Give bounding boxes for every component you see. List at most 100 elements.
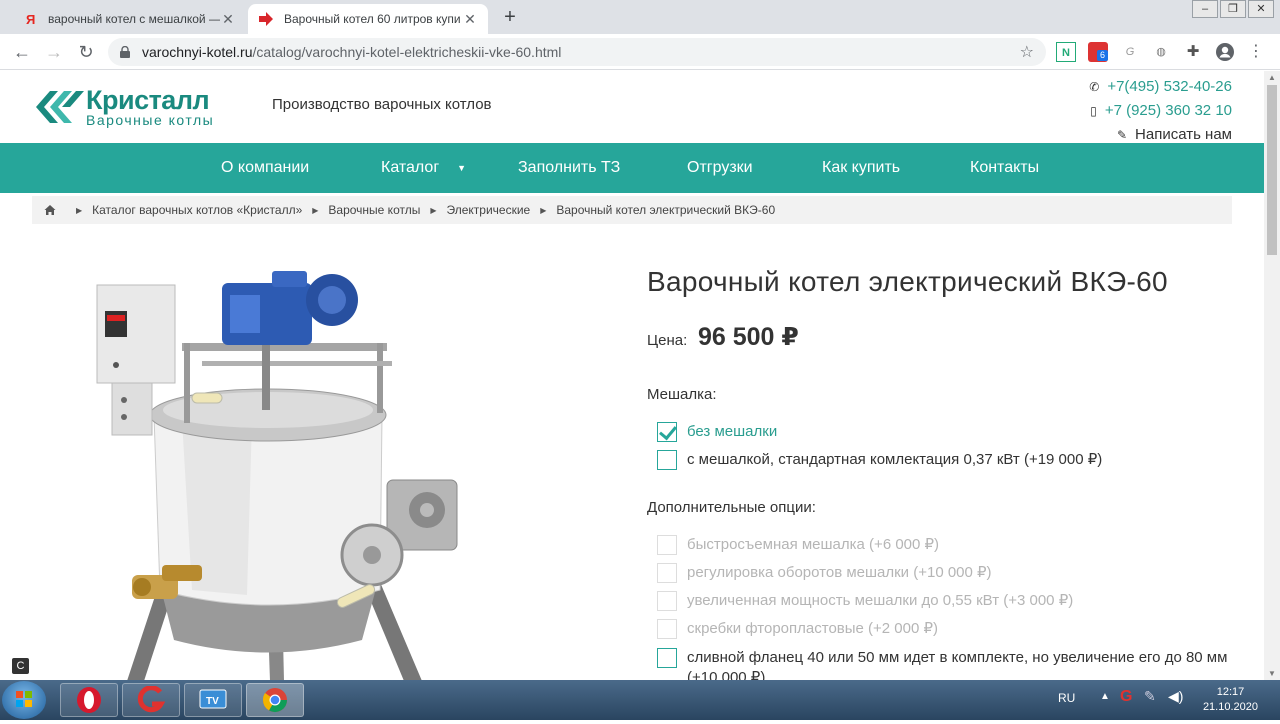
windows-taskbar: TV RU ▲ G ✎ ◀) 12:17 21.10.2020 bbox=[0, 680, 1280, 720]
breadcrumb-item[interactable]: Варочные котлы bbox=[328, 203, 420, 217]
option-quick-mixer: быстросъемная мешалка (+6 000 ₽) bbox=[657, 535, 939, 555]
nav-item-label: Каталог bbox=[381, 159, 440, 176]
extension-n-icon[interactable]: N bbox=[1056, 42, 1076, 62]
scroll-up-icon[interactable]: ▲ bbox=[1268, 73, 1276, 82]
svg-text:TV: TV bbox=[206, 696, 219, 707]
opera-icon bbox=[77, 687, 101, 713]
new-tab-button[interactable]: + bbox=[498, 6, 522, 30]
nav-item-about[interactable]: О компании bbox=[221, 159, 309, 177]
grammar-extension-icon[interactable]: G bbox=[1120, 42, 1140, 62]
extensions-puzzle-icon[interactable]: ✚ bbox=[1183, 42, 1203, 62]
write-us-link[interactable]: Написать нам bbox=[1135, 126, 1232, 143]
tab-title: варочный котел с мешалкой — bbox=[48, 12, 220, 26]
logo-subtitle: Варочные котлы bbox=[86, 112, 215, 128]
breadcrumb-current: Варочный котел электрический ВКЭ-60 bbox=[556, 203, 776, 217]
bookmark-star-icon[interactable]: ☆ bbox=[1020, 42, 1034, 62]
product-price: 96 500 ₽ bbox=[698, 323, 799, 351]
option-increased-power: увеличенная мощность мешалки до 0,55 кВт… bbox=[657, 591, 1073, 611]
address-bar[interactable]: varochnyi-kotel.ru/catalog/varochnyi-kot… bbox=[108, 38, 1046, 66]
c-overlay-icon[interactable]: C bbox=[12, 658, 29, 674]
tray-pen-icon[interactable]: ✎ bbox=[1144, 688, 1156, 705]
chrome-icon bbox=[262, 688, 287, 713]
tray-app-g-icon[interactable]: G bbox=[1120, 688, 1132, 706]
header-contacts: ✆ +7(495) 532-40-26 ▯ +7 (925) 360 32 10 ✎… bbox=[1083, 75, 1232, 147]
nav-item-how-to-buy[interactable]: Как купить bbox=[822, 159, 900, 177]
nav-item-shipments[interactable]: Отгрузки bbox=[687, 159, 753, 177]
windows-logo-icon bbox=[16, 691, 32, 707]
scrollbar-thumb[interactable] bbox=[1267, 85, 1277, 255]
volume-icon[interactable]: ◀) bbox=[1168, 688, 1183, 705]
mobile-phone-icon: ▯ bbox=[1090, 104, 1097, 118]
globe-icon[interactable]: ◍ bbox=[1151, 42, 1171, 62]
back-icon[interactable]: ← bbox=[10, 40, 34, 64]
minimize-button[interactable]: – bbox=[1192, 0, 1218, 18]
taskbar-chrome[interactable] bbox=[246, 683, 304, 717]
home-icon[interactable] bbox=[44, 204, 56, 216]
site-logo[interactable]: Кристалл Варочные котлы bbox=[32, 87, 222, 127]
profile-avatar-icon[interactable] bbox=[1215, 42, 1235, 62]
phone-link-2[interactable]: +7 (925) 360 32 10 bbox=[1105, 102, 1232, 119]
reload-icon[interactable]: ↻ bbox=[74, 40, 98, 64]
close-tab-icon[interactable]: ✕ bbox=[462, 11, 478, 28]
start-button[interactable] bbox=[2, 681, 46, 719]
breadcrumb-item[interactable]: Каталог варочных котлов «Кристалл» bbox=[92, 203, 302, 217]
option-label: быстросъемная мешалка (+6 000 ₽) bbox=[687, 536, 940, 553]
clock-time: 12:17 bbox=[1216, 686, 1245, 698]
option-drain-flange[interactable]: сливной фланец 40 или 50 мм идет в компл… bbox=[657, 648, 1247, 680]
option-with-mixer[interactable]: с мешалкой, стандартная комлектация 0,37… bbox=[657, 450, 1102, 470]
page-scrollbar[interactable]: ▲ ▼ bbox=[1264, 71, 1280, 680]
yandex-icon: Я bbox=[22, 11, 38, 27]
app-g-icon bbox=[137, 686, 166, 713]
option-no-mixer[interactable]: без мешалки bbox=[657, 422, 777, 442]
checkbox[interactable] bbox=[657, 450, 677, 470]
breadcrumb-separator-icon: ▶ bbox=[76, 205, 83, 215]
caret-down-icon: ▼ bbox=[457, 162, 467, 173]
product-image[interactable] bbox=[32, 245, 592, 681]
tv-icon: TV bbox=[199, 689, 227, 709]
option-label: сливной фланец 40 или 50 мм идет в компл… bbox=[687, 649, 1228, 680]
browser-tab-1[interactable]: Я варочный котел с мешалкой — ✕ bbox=[12, 4, 246, 34]
maximize-button[interactable]: ❐ bbox=[1220, 0, 1246, 18]
kettle-illustration bbox=[96, 271, 458, 681]
taskbar-app-g[interactable] bbox=[122, 683, 180, 717]
checkbox-disabled bbox=[657, 591, 677, 611]
nav-item-catalog[interactable]: Каталог ▼ bbox=[381, 159, 466, 177]
phone-link-1[interactable]: +7(495) 532-40-26 bbox=[1107, 78, 1232, 95]
checkbox-checked[interactable] bbox=[657, 422, 677, 442]
close-window-button[interactable]: ✕ bbox=[1248, 0, 1274, 18]
browser-tab-2[interactable]: Варочный котел 60 литров купи ✕ bbox=[248, 4, 488, 34]
system-clock[interactable]: 12:17 21.10.2020 bbox=[1203, 685, 1258, 715]
breadcrumb-separator-icon: ▶ bbox=[540, 205, 547, 215]
browser-tab-strip: Я варочный котел с мешалкой — ✕ Варочный… bbox=[0, 0, 1280, 34]
red-arrow-icon bbox=[258, 11, 274, 27]
option-flange-clip: сливной фланец 40 или 50 мм идет в компл… bbox=[647, 646, 1247, 680]
browser-menu-icon[interactable]: ⋮ bbox=[1246, 42, 1266, 62]
checkbox[interactable] bbox=[657, 648, 677, 668]
taskbar-tv[interactable]: TV bbox=[184, 683, 242, 717]
clock-date: 21.10.2020 bbox=[1202, 701, 1258, 713]
window-controls: – ❐ ✕ bbox=[1190, 0, 1274, 18]
breadcrumb-item[interactable]: Электрические bbox=[447, 203, 531, 217]
forward-icon[interactable]: → bbox=[42, 40, 66, 64]
checkbox-disabled bbox=[657, 535, 677, 555]
option-scrapers: скребки фторопластовые (+2 000 ₽) bbox=[657, 619, 938, 639]
product-title: Варочный котел электрический ВКЭ-60 bbox=[647, 266, 1168, 297]
option-label: скребки фторопластовые (+2 000 ₽) bbox=[687, 620, 939, 637]
logo-name: Кристалл bbox=[86, 85, 210, 115]
checkbox-disabled bbox=[657, 563, 677, 583]
main-navigation: О компании Каталог ▼ Заполнить ТЗ Отгрузк… bbox=[0, 143, 1264, 193]
lock-icon bbox=[120, 46, 130, 58]
nav-item-fill-spec[interactable]: Заполнить ТЗ bbox=[518, 159, 620, 177]
tray-expand-icon[interactable]: ▲ bbox=[1100, 691, 1110, 702]
taskbar-opera[interactable] bbox=[60, 683, 118, 717]
option-label: с мешалкой, стандартная комлектация 0,37… bbox=[687, 451, 1103, 468]
extension-badge-icon[interactable]: 6 bbox=[1088, 42, 1108, 62]
option-speed-control: регулировка оборотов мешалки (+10 000 ₽) bbox=[657, 563, 992, 583]
close-tab-icon[interactable]: ✕ bbox=[220, 11, 236, 28]
language-indicator[interactable]: RU bbox=[1058, 691, 1075, 705]
scroll-down-icon[interactable]: ▼ bbox=[1268, 669, 1276, 678]
svg-text:Я: Я bbox=[26, 12, 35, 26]
nav-item-contacts[interactable]: Контакты bbox=[970, 159, 1039, 177]
option-label: увеличенная мощность мешалки до 0,55 кВт… bbox=[687, 592, 1074, 609]
browser-toolbar: ← → ↻ varochnyi-kotel.ru/catalog/varochn… bbox=[0, 34, 1280, 70]
